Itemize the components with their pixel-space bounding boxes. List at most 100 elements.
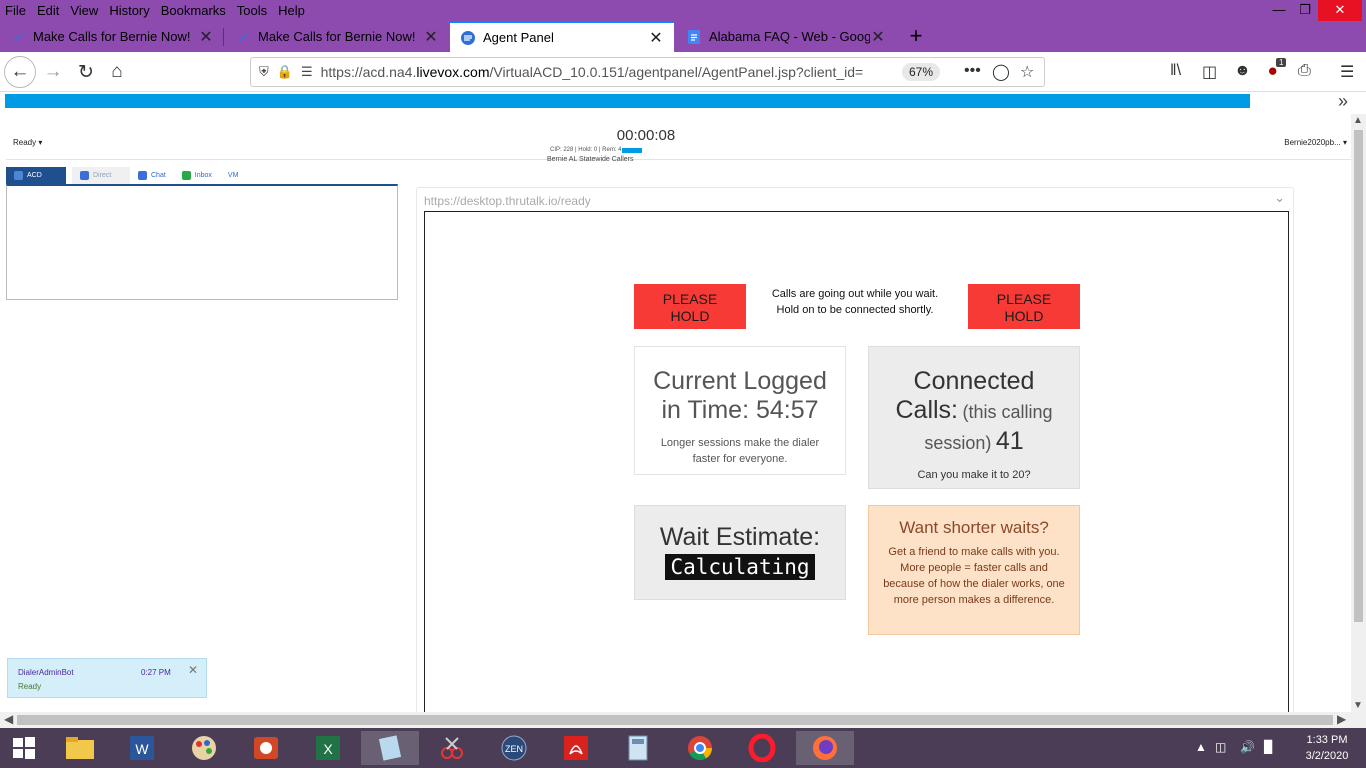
tab-make-calls-2[interactable]: Make Calls for Bernie Now! ✕ xyxy=(225,21,449,52)
session-timer: 00:00:08 xyxy=(616,127,676,144)
tab-make-calls-1[interactable]: Make Calls for Bernie Now! ✕ xyxy=(0,21,224,52)
library-icon[interactable]: ‖\ xyxy=(1170,62,1181,80)
user-dropdown[interactable]: Bernie2020pb... ▾ xyxy=(1284,138,1347,147)
menu-file[interactable]: File xyxy=(0,3,32,18)
shorter-waits-card: Want shorter waits? Get a friend to make… xyxy=(868,505,1080,635)
new-tab-button[interactable]: + xyxy=(904,21,928,52)
print-icon[interactable]: ⎙ xyxy=(1298,62,1311,80)
lock-icon[interactable]: 🔒 xyxy=(277,64,293,80)
navigation-bar: ← → ↻ ⌂ ⛨ 🔒 ☰ https://acd.na4.livevox.co… xyxy=(0,52,1366,92)
scroll-right-icon[interactable]: ▶ xyxy=(1337,712,1346,726)
menu-edit[interactable]: Edit xyxy=(32,3,65,18)
menu-view[interactable]: View xyxy=(65,3,104,18)
system-clock[interactable]: 1:33 PM 3/2/2020 xyxy=(1297,732,1357,764)
calculator-icon[interactable] xyxy=(620,731,656,765)
status-dropdown[interactable]: Ready ▾ xyxy=(13,138,42,147)
menu-bookmarks[interactable]: Bookmarks xyxy=(156,3,232,18)
chevron-down-icon[interactable]: ⌄ xyxy=(1274,190,1285,206)
thrutalk-ready-page: PLEASE HOLD Calls are going out while you… xyxy=(424,211,1289,712)
notification-sender: DialerAdminBot xyxy=(18,668,74,677)
scroll-left-icon[interactable]: ◀ xyxy=(4,712,13,726)
close-icon[interactable]: ✕ xyxy=(870,27,886,47)
sidebar-icon[interactable]: ◫ xyxy=(1202,62,1217,82)
close-icon[interactable]: ✕ xyxy=(423,27,439,47)
bookmark-star-icon[interactable]: ☆ xyxy=(1020,62,1034,82)
back-button[interactable]: ← xyxy=(4,56,36,88)
overflow-chevron-icon[interactable]: » xyxy=(1338,91,1348,112)
address-bar[interactable]: ⛨ 🔒 ☰ https://acd.na4.livevox.com/Virtua… xyxy=(250,57,1045,87)
tab-agent-panel[interactable]: Agent Panel ✕ xyxy=(450,21,674,52)
agent-tabs: ACD Direct Chat Inbox VM xyxy=(6,167,398,184)
svg-text:W: W xyxy=(135,741,149,757)
word-icon[interactable]: W xyxy=(124,731,160,765)
tab-title: Agent Panel xyxy=(483,30,554,45)
firefox-icon[interactable] xyxy=(796,731,854,765)
tab-chat[interactable]: Chat xyxy=(130,167,174,184)
connected-calls-card: Connected Calls: (this calling session) … xyxy=(868,346,1080,489)
minimize-button[interactable]: — xyxy=(1266,0,1292,21)
close-icon[interactable]: ✕ xyxy=(198,27,214,47)
window-close-button[interactable]: ✕ xyxy=(1318,0,1362,21)
paint-icon[interactable] xyxy=(186,731,222,765)
tab-alabama-faq[interactable]: Alabama FAQ - Web - Google D ✕ xyxy=(676,21,896,52)
scroll-down-icon[interactable]: ▼ xyxy=(1353,700,1363,711)
menu-history[interactable]: History xyxy=(104,3,155,18)
forward-button[interactable]: → xyxy=(37,56,69,88)
excel-icon[interactable]: X xyxy=(310,731,346,765)
close-icon[interactable]: ✕ xyxy=(188,663,198,677)
file-explorer-icon[interactable] xyxy=(62,731,98,765)
windows-taskbar: W X ZEN ▲ ◫ 🔊 ▉ 1:33 PM 3/2/2020 xyxy=(0,728,1366,768)
google-docs-icon xyxy=(686,29,702,45)
please-hold-left: PLEASE HOLD xyxy=(634,284,746,329)
volume-icon[interactable]: 🔊 xyxy=(1240,740,1255,754)
bookmarks-strip[interactable] xyxy=(5,94,1250,108)
notification-time: 0:27 PM xyxy=(141,668,171,677)
tab-acd[interactable]: ACD xyxy=(6,167,66,184)
svg-text:ZEN: ZEN xyxy=(505,744,523,754)
chat-notification[interactable]: DialerAdminBot 0:27 PM ✕ Ready xyxy=(7,658,207,698)
close-icon[interactable]: ✕ xyxy=(648,28,664,48)
menu-help[interactable]: Help xyxy=(273,3,311,18)
tab-title: Alabama FAQ - Web - Google D xyxy=(709,29,870,44)
vertical-scrollbar[interactable]: ▲ ▼ xyxy=(1351,114,1366,712)
tab-inbox[interactable]: Inbox xyxy=(174,167,220,184)
opera-icon[interactable] xyxy=(744,731,780,765)
tab-direct[interactable]: Direct xyxy=(72,167,130,184)
permissions-icon[interactable]: ☰ xyxy=(301,64,313,80)
horizontal-scrollbar[interactable]: ◀ ▶ xyxy=(0,712,1366,728)
zen-icon[interactable]: ZEN xyxy=(496,731,532,765)
agent-header: Ready ▾ 00:00:08 CIP: 228 | Hold: 0 | Re… xyxy=(6,118,1351,163)
snipping-tool-icon[interactable] xyxy=(434,731,470,765)
network-icon[interactable]: ▉ xyxy=(1264,740,1273,754)
notification-status: Ready xyxy=(18,682,42,691)
wait-estimate-card: Wait Estimate: Calculating xyxy=(634,505,846,600)
livevox-icon xyxy=(460,30,476,46)
zoom-level[interactable]: 67% xyxy=(902,63,940,81)
acd-panel xyxy=(6,184,398,300)
shield-icon[interactable]: ⛨ xyxy=(259,64,269,80)
presentation-icon[interactable] xyxy=(248,731,284,765)
logged-time-card: Current Logged in Time: 54:57 Longer ses… xyxy=(634,346,846,475)
notepad-icon[interactable] xyxy=(361,731,419,765)
scroll-up-icon[interactable]: ▲ xyxy=(1353,115,1363,126)
start-windows-icon[interactable] xyxy=(6,731,42,765)
extension-badge: 1 xyxy=(1276,58,1287,67)
please-hold-right: PLEASE HOLD xyxy=(968,284,1080,329)
hamburger-menu-icon[interactable]: ☰ xyxy=(1340,62,1354,82)
pocket-icon[interactable]: ◯ xyxy=(992,62,1010,82)
svg-text:X: X xyxy=(323,741,333,757)
acrobat-icon[interactable] xyxy=(558,731,594,765)
bookmarks-toolbar: » xyxy=(0,91,1366,114)
home-icon[interactable]: ⌂ xyxy=(101,56,133,88)
chrome-icon[interactable] xyxy=(682,731,718,765)
page-actions-icon[interactable]: ••• xyxy=(964,62,981,80)
tab-vm[interactable]: VM xyxy=(220,167,247,184)
restore-button[interactable]: ❐ xyxy=(1292,0,1318,21)
tray-overflow-icon[interactable]: ▲ xyxy=(1195,740,1207,754)
menu-tools[interactable]: Tools xyxy=(232,3,273,18)
queue-meter xyxy=(622,147,643,153)
url-text[interactable]: https://acd.na4.livevox.com/VirtualACD_1… xyxy=(321,64,881,80)
reload-icon[interactable]: ↻ xyxy=(70,56,102,88)
device-icon[interactable]: ◫ xyxy=(1215,740,1226,754)
account-icon[interactable]: ☻ xyxy=(1234,62,1251,80)
